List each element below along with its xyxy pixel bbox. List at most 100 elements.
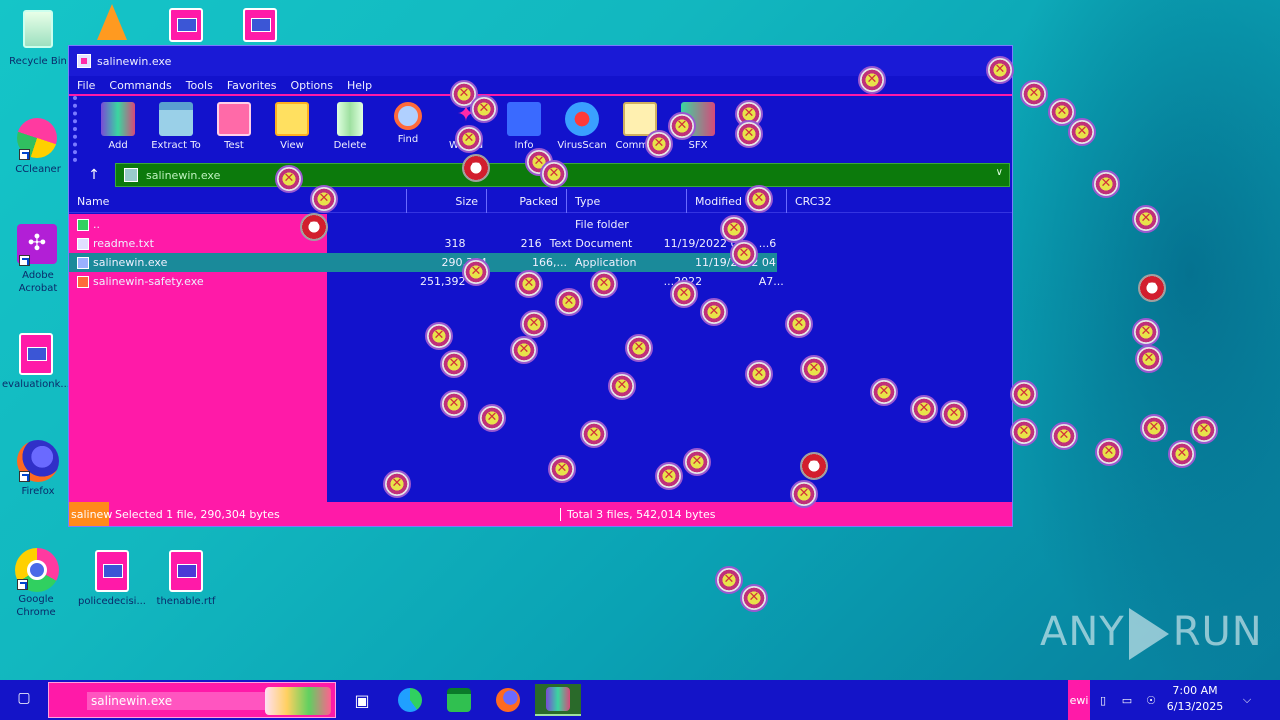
extract-to-button[interactable]: Extract To bbox=[147, 102, 205, 151]
desktop-icon-thenable-rtf[interactable]: thenable.rtf bbox=[150, 550, 222, 608]
desktop-icon-firefox[interactable]: Firefox bbox=[2, 440, 74, 498]
column-header-packed[interactable]: Packed bbox=[487, 189, 567, 213]
magnifier-icon bbox=[394, 102, 422, 130]
error-icon bbox=[800, 452, 828, 480]
desktop-icon-policedecision[interactable]: policedecisi... bbox=[76, 550, 148, 608]
network-icon: ▯ bbox=[1099, 693, 1107, 707]
error-icon bbox=[470, 95, 498, 123]
firefox-icon bbox=[17, 440, 59, 482]
desktop-icon-word-doc-1[interactable] bbox=[150, 8, 222, 46]
error-icon bbox=[590, 270, 618, 298]
menu-file[interactable]: File bbox=[77, 79, 95, 92]
shortcut-arrow-icon bbox=[19, 255, 30, 266]
desktop-icon-google-chrome[interactable]: Google Chrome bbox=[0, 548, 72, 619]
recycle-bin-icon bbox=[17, 10, 59, 52]
error-icon bbox=[1068, 118, 1096, 146]
tray-network[interactable]: ▯ bbox=[1094, 680, 1112, 720]
chevron-down-icon[interactable]: ∨ bbox=[996, 167, 1003, 178]
taskbar-clock[interactable]: 7:00 AM 6/13/2025 bbox=[1160, 683, 1230, 715]
winrar-icon bbox=[546, 687, 570, 711]
desktop-icon-word-doc-2[interactable] bbox=[224, 8, 296, 46]
archive-icon bbox=[124, 168, 138, 182]
anyrun-watermark: ANY RUN bbox=[1040, 608, 1263, 660]
error-icon bbox=[735, 120, 763, 148]
column-header-crc[interactable]: CRC32 bbox=[787, 189, 867, 213]
desktop-icon-adobe-acrobat[interactable]: ✣ Adobe Acrobat bbox=[2, 224, 74, 295]
error-icon bbox=[1095, 438, 1123, 466]
view-button[interactable]: View bbox=[263, 102, 321, 151]
book-icon bbox=[275, 102, 309, 136]
status-tag: salinew bbox=[69, 502, 112, 526]
column-header-size[interactable]: Size bbox=[407, 189, 487, 213]
error-icon bbox=[425, 322, 453, 350]
menu-options[interactable]: Options bbox=[291, 79, 333, 92]
menu-commands[interactable]: Commands bbox=[109, 79, 171, 92]
add-button[interactable]: Add bbox=[89, 102, 147, 151]
shortcut-arrow-icon bbox=[17, 579, 28, 590]
menu-help[interactable]: Help bbox=[347, 79, 372, 92]
error-icon bbox=[540, 160, 568, 188]
error-icon bbox=[730, 240, 758, 268]
error-icon bbox=[275, 165, 303, 193]
error-icon bbox=[720, 215, 748, 243]
taskbar-edge[interactable] bbox=[388, 684, 432, 716]
info-button[interactable]: Info bbox=[495, 102, 553, 151]
find-button[interactable]: Find bbox=[379, 102, 437, 145]
folder-up-icon bbox=[77, 219, 89, 231]
delete-button[interactable]: Delete bbox=[321, 102, 379, 151]
window-title: salinewin.exe bbox=[97, 54, 172, 68]
desktop-icon-recycle-bin[interactable]: Recycle Bin bbox=[2, 10, 74, 68]
desktop-icon-ccleaner[interactable]: CCleaner bbox=[2, 118, 74, 176]
error-icon bbox=[1020, 80, 1048, 108]
start-button[interactable]: ▢ bbox=[14, 690, 34, 710]
status-bar: salinew Selected 1 file, 290,304 bytes T… bbox=[69, 502, 1012, 526]
desktop-icon-vlc[interactable] bbox=[76, 4, 148, 44]
display-icon: ▭ bbox=[1121, 693, 1133, 707]
task-view-button[interactable]: ▣ bbox=[340, 684, 384, 716]
error-icon bbox=[785, 310, 813, 338]
virusscan-button[interactable]: VirusScan bbox=[553, 102, 611, 151]
error-icon bbox=[1138, 274, 1166, 302]
column-headers: Name Size Packed Type Modified CRC32 bbox=[69, 189, 1012, 213]
taskbar-search-box[interactable] bbox=[48, 682, 336, 718]
taskbar-winrar[interactable] bbox=[535, 684, 581, 716]
error-icon bbox=[300, 213, 328, 241]
test-button[interactable]: Test bbox=[205, 102, 263, 151]
file-row[interactable]: readme.txt 318 216 Text Document 11/19/2… bbox=[69, 234, 789, 253]
error-icon bbox=[520, 310, 548, 338]
taskbar-firefox[interactable] bbox=[486, 684, 530, 716]
error-icon bbox=[986, 56, 1014, 84]
shortcut-arrow-icon bbox=[19, 471, 30, 482]
error-icon bbox=[608, 372, 636, 400]
error-icon bbox=[745, 360, 773, 388]
taskbar-file-explorer[interactable] bbox=[437, 684, 481, 716]
error-icon bbox=[440, 390, 468, 418]
tray-pinned-app[interactable]: ewi bbox=[1068, 680, 1090, 720]
tray-display[interactable]: ▭ bbox=[1118, 680, 1136, 720]
file-row[interactable]: .. File folder bbox=[69, 215, 789, 234]
error-icon bbox=[478, 404, 506, 432]
error-icon bbox=[462, 258, 490, 286]
error-icon bbox=[655, 462, 683, 490]
error-icon bbox=[625, 334, 653, 362]
error-icon bbox=[645, 130, 673, 158]
error-icon bbox=[580, 420, 608, 448]
chrome-icon bbox=[15, 548, 59, 592]
error-icon bbox=[1132, 318, 1160, 346]
desktop-icon-evaluation-doc[interactable]: evaluationk... bbox=[0, 333, 72, 391]
notification-button[interactable]: ⌵ bbox=[1238, 680, 1256, 720]
column-header-name[interactable]: Name bbox=[69, 189, 407, 213]
error-icon bbox=[800, 355, 828, 383]
error-icon bbox=[1135, 345, 1163, 373]
menu-tools[interactable]: Tools bbox=[186, 79, 213, 92]
error-icon bbox=[1168, 440, 1196, 468]
error-icon bbox=[440, 350, 468, 378]
menu-favorites[interactable]: Favorites bbox=[227, 79, 277, 92]
tray-volume[interactable]: ☉ bbox=[1142, 680, 1160, 720]
up-one-level-button[interactable]: ↑ bbox=[73, 164, 115, 186]
file-row-selected[interactable]: salinewin.exe 290,304 166,... Applicatio… bbox=[69, 253, 777, 272]
column-header-type[interactable]: Type bbox=[567, 189, 687, 213]
address-text: salinewin.exe bbox=[146, 168, 221, 182]
error-icon bbox=[1050, 422, 1078, 450]
file-list[interactable]: Name Size Packed Type Modified CRC32 .. … bbox=[69, 189, 1012, 502]
